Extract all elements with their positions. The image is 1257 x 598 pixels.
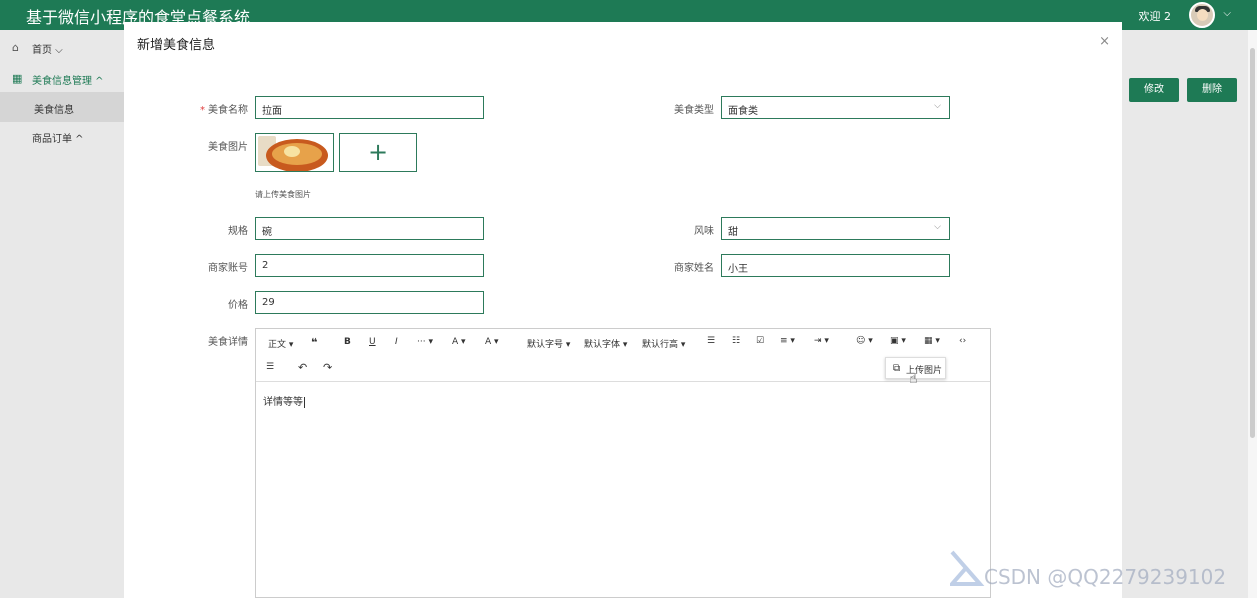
merchant-name-label: 商家姓名 <box>674 263 714 274</box>
sidebar-item-food-management[interactable]: ▦ 美食信息管理 ^ <box>0 63 124 93</box>
detail-label: 美食详情 <box>208 337 248 348</box>
paragraph-dropdown[interactable]: 正文 ▾ <box>268 337 293 350</box>
font-size-dropdown[interactable]: 默认字号 ▾ <box>527 337 570 350</box>
edit-button[interactable]: 修改 <box>1129 78 1179 102</box>
home-icon: ⌂ <box>12 41 19 54</box>
rich-text-editor[interactable]: 正文 ▾ ❝ B U I ··· ▾ A ▾ A ▾ 默认字号 ▾ 默认字体 ▾… <box>255 328 991 598</box>
underline-icon[interactable]: U <box>369 337 376 347</box>
chevron-down-icon[interactable]: ⌵ <box>1223 8 1231 19</box>
name-input[interactable]: 拉面 <box>255 96 484 119</box>
sidebar-item-home[interactable]: ⌂ 首页 ⌵ <box>0 32 124 62</box>
background-color-icon[interactable]: A ▾ <box>485 337 499 347</box>
bowl-egg <box>284 146 300 157</box>
undo-icon[interactable]: ↶ <box>298 361 307 374</box>
sidebar-item-label: 美食信息 <box>34 105 74 116</box>
type-label: 美食类型 <box>674 105 714 116</box>
more-icon[interactable]: ··· ▾ <box>417 337 433 347</box>
flavor-label: 风味 <box>694 226 714 237</box>
sidebar-item-orders[interactable]: 商品订单 ^ <box>0 121 124 151</box>
add-food-dialog: 新增美食信息 × * 美食名称 拉面 美食类型 面食类 ⌵ 美食图片 + 请上传美… <box>124 22 1122 598</box>
italic-icon[interactable]: I <box>395 337 398 347</box>
emoji-icon[interactable]: ☺ ▾ <box>856 336 873 346</box>
food-image-thumbnail[interactable] <box>255 133 334 172</box>
name-label: * 美食名称 <box>200 105 248 116</box>
scrollbar-thumb[interactable] <box>1250 48 1255 438</box>
redo-icon[interactable]: ↷ <box>323 361 332 374</box>
welcome-text: 欢迎 2 <box>1138 10 1172 23</box>
align-icon[interactable]: ≡ ▾ <box>780 336 795 346</box>
merchant-account-input[interactable]: 2 <box>255 254 484 277</box>
image-icon[interactable]: ▣ ▾ <box>890 336 906 346</box>
price-label: 价格 <box>228 300 248 311</box>
chevron-down-icon: ⌵ <box>934 222 941 232</box>
editor-content[interactable]: 详情等等 <box>263 393 305 408</box>
sidebar-item-label: 首页 ⌵ <box>32 45 63 56</box>
line-height-dropdown[interactable]: 默认行高 ▾ <box>642 337 685 350</box>
font-color-icon[interactable]: A ▾ <box>452 337 466 347</box>
mouse-pointer-icon: ☝ <box>909 371 918 387</box>
todo-icon[interactable]: ☑ <box>756 336 764 346</box>
price-input[interactable]: 29 <box>255 291 484 314</box>
grid-icon: ▦ <box>12 72 23 85</box>
sidebar-item-label: 美食信息管理 ^ <box>32 76 104 87</box>
font-family-dropdown[interactable]: 默认字体 ▾ <box>584 337 627 350</box>
upload-image-icon: ⧉ <box>893 363 901 374</box>
avatar-face <box>1197 9 1208 21</box>
watermark-text: CSDN @QQ2279239102 <box>984 565 1227 589</box>
image-upload-button[interactable]: + <box>339 133 417 172</box>
type-select[interactable]: 面食类 ⌵ <box>721 96 950 119</box>
plus-icon: + <box>368 138 389 166</box>
spec-label: 规格 <box>228 226 248 237</box>
dialog-title: 新增美食信息 <box>137 38 216 53</box>
code-icon[interactable]: ‹› <box>959 336 966 346</box>
spec-input[interactable]: 碗 <box>255 217 484 240</box>
bullet-list-icon[interactable]: ☰ <box>707 336 715 346</box>
close-icon[interactable]: × <box>1099 34 1110 49</box>
sidebar-item-food-info[interactable]: 美食信息 <box>0 92 124 122</box>
background-content: 修改 删除 <box>1121 30 1257 598</box>
sidebar-item-label: 商品订单 ^ <box>32 134 84 145</box>
indent-icon[interactable]: ⇥ ▾ <box>814 336 829 346</box>
editor-toolbar: 正文 ▾ ❝ B U I ··· ▾ A ▾ A ▾ 默认字号 ▾ 默认字体 ▾… <box>256 329 990 387</box>
quote-icon[interactable]: ❝ <box>311 336 317 349</box>
avatar[interactable] <box>1189 2 1215 28</box>
sidebar: ⌂ 首页 ⌵ ▦ 美食信息管理 ^ 美食信息 商品订单 ^ <box>0 30 124 598</box>
merchant-account-label: 商家账号 <box>208 263 248 274</box>
image-hint: 请上传美食图片 <box>255 190 311 199</box>
divider-icon[interactable]: ☰ <box>266 362 274 372</box>
numbered-list-icon[interactable]: ☷ <box>732 336 740 346</box>
table-icon[interactable]: ▦ ▾ <box>924 336 940 346</box>
flavor-select[interactable]: 甜 ⌵ <box>721 217 950 240</box>
image-label: 美食图片 <box>208 142 248 153</box>
delete-button[interactable]: 删除 <box>1187 78 1237 102</box>
chevron-down-icon: ⌵ <box>934 101 941 111</box>
bold-icon[interactable]: B <box>344 337 351 347</box>
merchant-name-input[interactable]: 小王 <box>721 254 950 277</box>
